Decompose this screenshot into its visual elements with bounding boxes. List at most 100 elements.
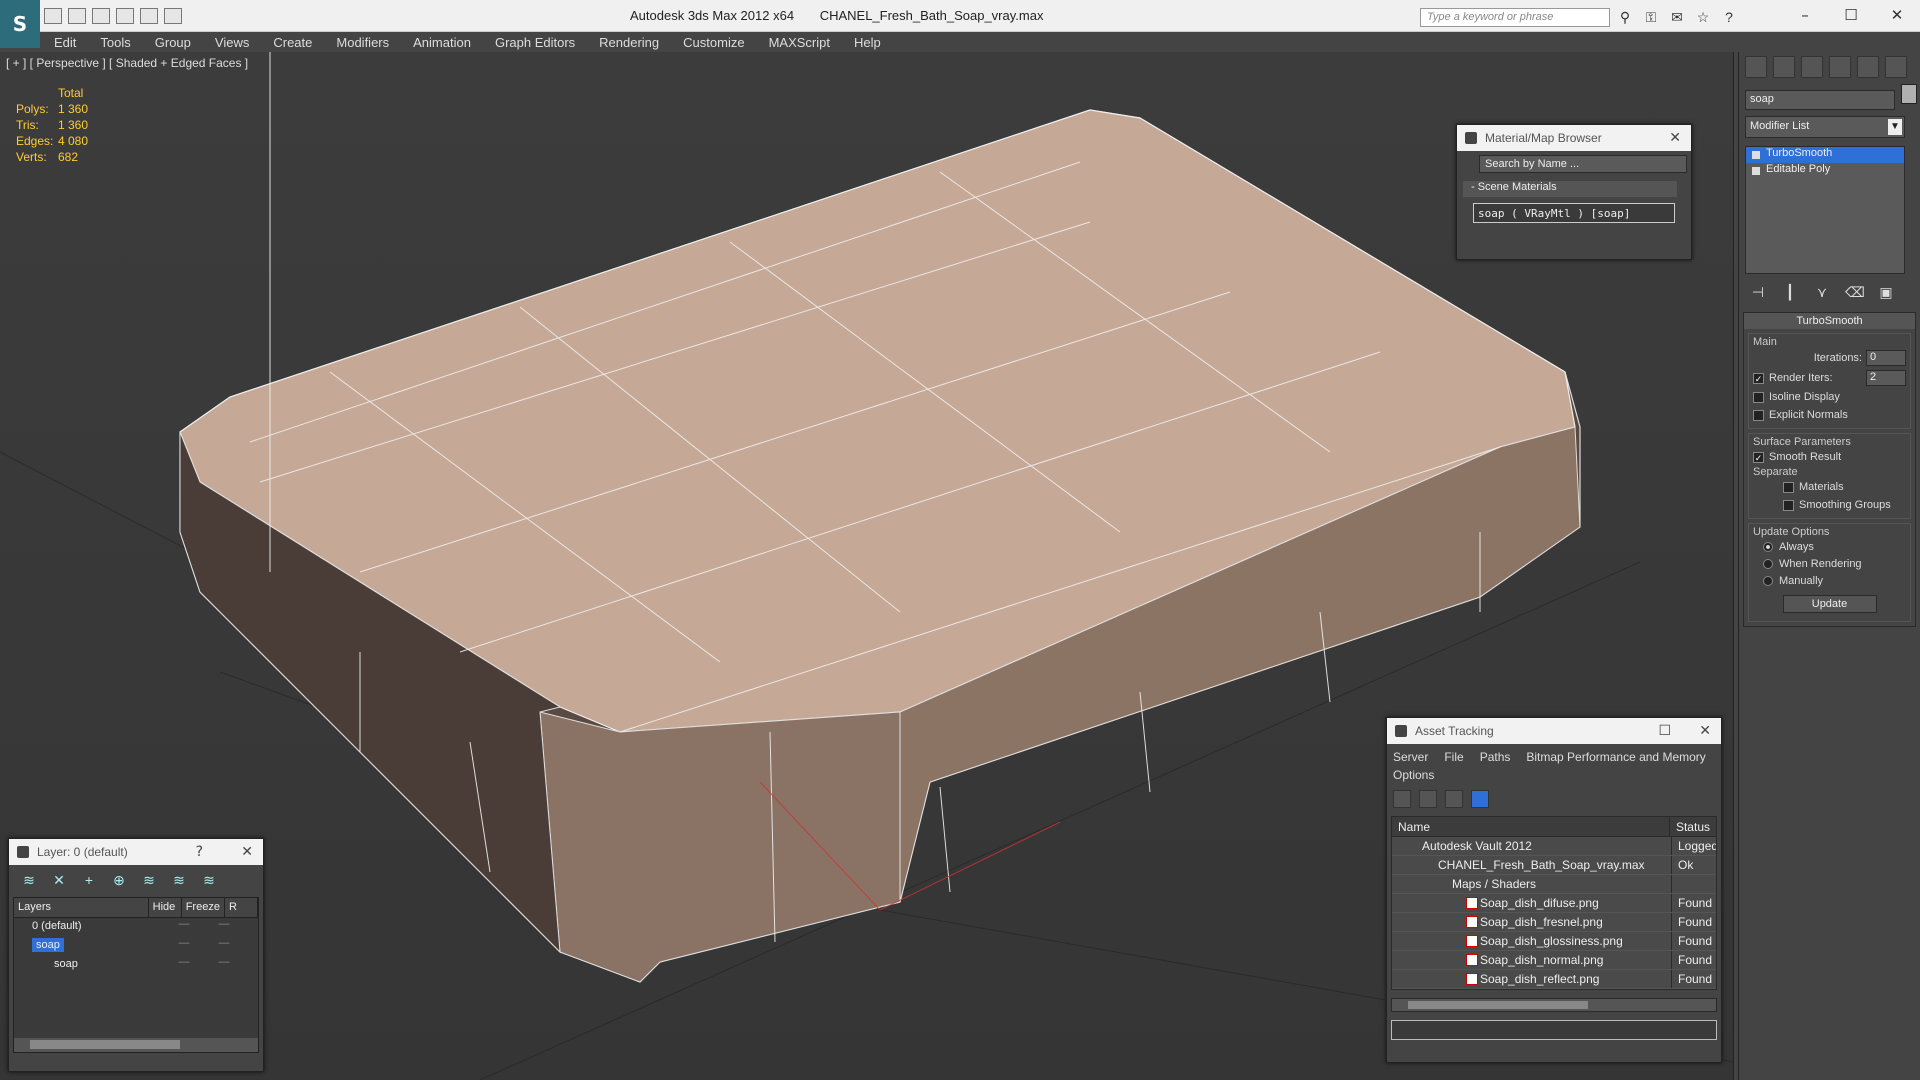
key-icon[interactable]: ⚿ xyxy=(1642,8,1660,26)
modify-tab-icon[interactable] xyxy=(1773,56,1795,78)
smoothing-groups-checkbox[interactable] xyxy=(1783,499,1794,511)
help-icon[interactable]: ? xyxy=(196,839,203,865)
close-icon[interactable]: ✕ xyxy=(1699,718,1711,744)
menu-bitmap-performance[interactable]: Bitmap Performance and Memory xyxy=(1526,750,1705,764)
render-iters-spinner[interactable]: 2 xyxy=(1866,370,1906,386)
col-name[interactable]: Name xyxy=(1392,817,1670,836)
table-view-icon[interactable] xyxy=(1471,790,1489,808)
new-file-icon[interactable] xyxy=(92,8,110,24)
always-radio[interactable] xyxy=(1763,541,1773,552)
light-bulb-icon[interactable] xyxy=(1752,151,1760,159)
layer-row[interactable]: soap — — xyxy=(14,937,258,956)
remove-modifier-icon[interactable]: ⌫ xyxy=(1845,284,1865,300)
pin-stack-icon[interactable]: ⊣ xyxy=(1749,284,1767,300)
undo-icon[interactable] xyxy=(116,8,134,24)
scrollbar-thumb[interactable] xyxy=(1408,1001,1588,1009)
display-tab-icon[interactable] xyxy=(1857,56,1879,78)
app-logo-button[interactable]: S xyxy=(0,0,40,48)
scrollbar-thumb[interactable] xyxy=(30,1040,180,1049)
modifier-list-dropdown[interactable]: Modifier List ▼ xyxy=(1745,116,1905,138)
motion-tab-icon[interactable] xyxy=(1829,56,1851,78)
horizontal-scrollbar[interactable] xyxy=(14,1038,258,1052)
highlight-selected-icon[interactable]: ≋ xyxy=(139,871,159,889)
communication-icon[interactable]: ✉ xyxy=(1668,8,1686,26)
asset-tracking-titlebar[interactable]: Asset Tracking ☐ ✕ xyxy=(1387,718,1721,744)
favorites-star-icon[interactable]: ☆ xyxy=(1694,8,1712,26)
menu-paths[interactable]: Paths xyxy=(1480,750,1511,764)
close-icon[interactable]: ✕ xyxy=(1669,125,1681,151)
col-freeze[interactable]: Freeze xyxy=(182,898,225,917)
horizontal-scrollbar[interactable] xyxy=(1391,998,1717,1012)
refresh-icon[interactable] xyxy=(1393,790,1411,808)
menu-graph-editors[interactable]: Graph Editors xyxy=(483,35,587,50)
col-status[interactable]: Status xyxy=(1670,817,1716,836)
freeze-toggle[interactable]: — xyxy=(204,956,244,975)
maximize-icon[interactable]: ☐ xyxy=(1828,0,1874,30)
col-layers[interactable]: Layers xyxy=(14,898,149,917)
update-button[interactable]: Update xyxy=(1782,595,1877,613)
object-color-swatch[interactable] xyxy=(1901,84,1917,104)
project-folder-icon[interactable] xyxy=(164,8,182,24)
minimize-icon[interactable]: – xyxy=(1782,0,1828,30)
hide-toggle[interactable]: — xyxy=(164,956,204,975)
hide-toggle[interactable]: — xyxy=(164,918,204,937)
asset-path-field[interactable] xyxy=(1391,1020,1717,1040)
open-file-icon[interactable] xyxy=(44,8,62,24)
table-row[interactable]: Soap_dish_difuse.png Found xyxy=(1392,894,1716,913)
save-file-icon[interactable] xyxy=(68,8,86,24)
menu-group[interactable]: Group xyxy=(143,35,203,50)
layer-row[interactable]: soap — — xyxy=(14,956,258,975)
make-unique-icon[interactable]: ⋎ xyxy=(1813,284,1831,300)
table-row[interactable]: Soap_dish_reflect.png Found xyxy=(1392,970,1716,989)
material-search-input[interactable]: Search by Name ... xyxy=(1479,155,1687,173)
menu-server[interactable]: Server xyxy=(1393,750,1428,764)
table-row[interactable]: Soap_dish_glossiness.png Found xyxy=(1392,932,1716,951)
table-row[interactable]: CHANEL_Fresh_Bath_Soap_vray.max Ok xyxy=(1392,856,1716,875)
utilities-tab-icon[interactable] xyxy=(1885,56,1907,78)
layers-icon[interactable]: ≋ xyxy=(19,871,39,889)
freeze-all-icon[interactable]: ≋ xyxy=(199,871,219,889)
when-rendering-radio[interactable] xyxy=(1763,558,1773,569)
menu-maxscript[interactable]: MAXScript xyxy=(757,35,842,50)
list-view-icon[interactable] xyxy=(1419,790,1437,808)
stack-item-turbosmooth[interactable]: TurboSmooth xyxy=(1746,147,1904,163)
close-icon[interactable]: ✕ xyxy=(241,839,253,865)
create-tab-icon[interactable] xyxy=(1745,56,1767,78)
show-end-result-icon[interactable]: ┃ xyxy=(1781,284,1799,300)
layer-titlebar[interactable]: Layer: 0 (default)? ✕ xyxy=(9,839,263,865)
redo-icon[interactable] xyxy=(140,8,158,24)
isoline-checkbox[interactable] xyxy=(1753,391,1764,403)
table-row[interactable]: Soap_dish_normal.png Found xyxy=(1392,951,1716,970)
hide-toggle[interactable]: — xyxy=(164,937,204,956)
material-browser-titlebar[interactable]: Material/Map Browser ✕ xyxy=(1457,125,1691,151)
close-icon[interactable]: ✕ xyxy=(1874,0,1920,30)
menu-views[interactable]: Views xyxy=(203,35,261,50)
select-objects-icon[interactable]: ⊕ xyxy=(109,871,129,889)
table-row[interactable]: Maps / Shaders xyxy=(1392,875,1716,894)
material-item-soap[interactable]: soap ( VRayMtl ) [soap] xyxy=(1473,203,1675,223)
explicit-normals-checkbox[interactable] xyxy=(1753,409,1764,421)
col-r[interactable]: R xyxy=(225,898,259,917)
hierarchy-tab-icon[interactable] xyxy=(1801,56,1823,78)
keyword-search-input[interactable]: Type a keyword or phrase xyxy=(1420,8,1610,27)
menu-animation[interactable]: Animation xyxy=(401,35,483,50)
configure-modifier-sets-icon[interactable]: ▣ xyxy=(1877,284,1895,300)
manually-radio[interactable] xyxy=(1763,575,1773,586)
thumbnail-view-icon[interactable] xyxy=(1445,790,1463,808)
delete-layer-icon[interactable]: ✕ xyxy=(49,871,69,889)
smooth-result-checkbox[interactable]: ✓ xyxy=(1753,451,1764,463)
col-hide[interactable]: Hide xyxy=(149,898,182,917)
viewport-label[interactable]: [ + ] [ Perspective ] [ Shaded + Edged F… xyxy=(6,56,248,70)
menu-file[interactable]: File xyxy=(1444,750,1463,764)
freeze-toggle[interactable]: — xyxy=(204,918,244,937)
menu-create[interactable]: Create xyxy=(261,35,324,50)
menu-rendering[interactable]: Rendering xyxy=(587,35,671,50)
menu-help[interactable]: Help xyxy=(842,35,893,50)
scene-materials-section[interactable]: - Scene Materials xyxy=(1463,181,1677,197)
menu-tools[interactable]: Tools xyxy=(88,35,142,50)
stack-item-editable-poly[interactable]: Editable Poly xyxy=(1746,163,1904,179)
materials-checkbox[interactable] xyxy=(1783,481,1794,493)
table-row[interactable]: Soap_dish_fresnel.png Found xyxy=(1392,913,1716,932)
menu-customize[interactable]: Customize xyxy=(671,35,756,50)
layer-row[interactable]: 0 (default) — — xyxy=(14,918,258,937)
